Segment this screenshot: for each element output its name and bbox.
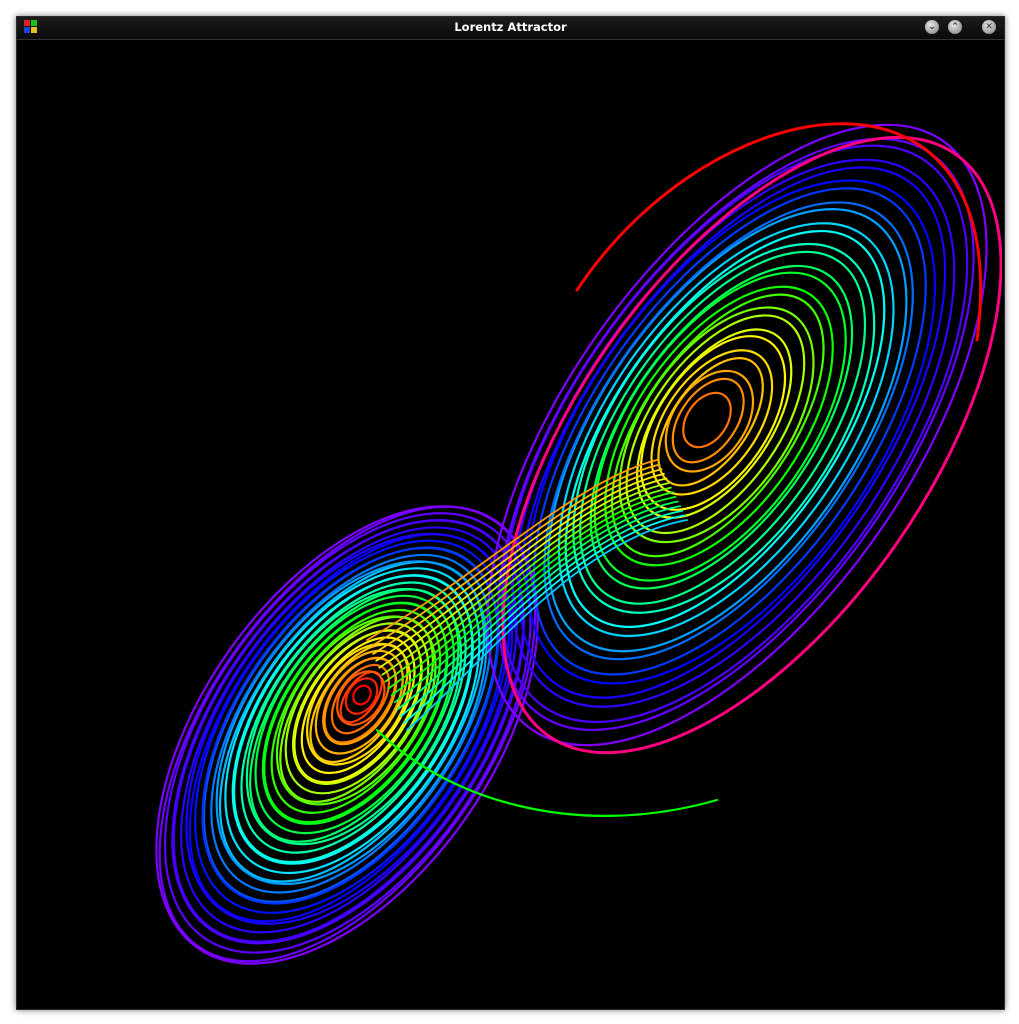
- close-button[interactable]: ✕: [982, 20, 996, 34]
- minimize-button[interactable]: ⌄: [925, 20, 939, 34]
- render-canvas[interactable]: [17, 40, 1002, 1007]
- chevron-up-icon: ⌃: [951, 22, 959, 32]
- application-window: Lorentz Attractor ⌄ ⌃ ✕: [16, 16, 1005, 1010]
- close-icon: ✕: [985, 22, 993, 32]
- maximize-button[interactable]: ⌃: [948, 20, 962, 34]
- title-bar[interactable]: Lorentz Attractor ⌄ ⌃ ✕: [17, 17, 1004, 40]
- chevron-down-icon: ⌄: [928, 22, 936, 32]
- lorenz-attractor-plot: [17, 40, 1002, 1007]
- window-title: Lorentz Attractor: [454, 20, 567, 34]
